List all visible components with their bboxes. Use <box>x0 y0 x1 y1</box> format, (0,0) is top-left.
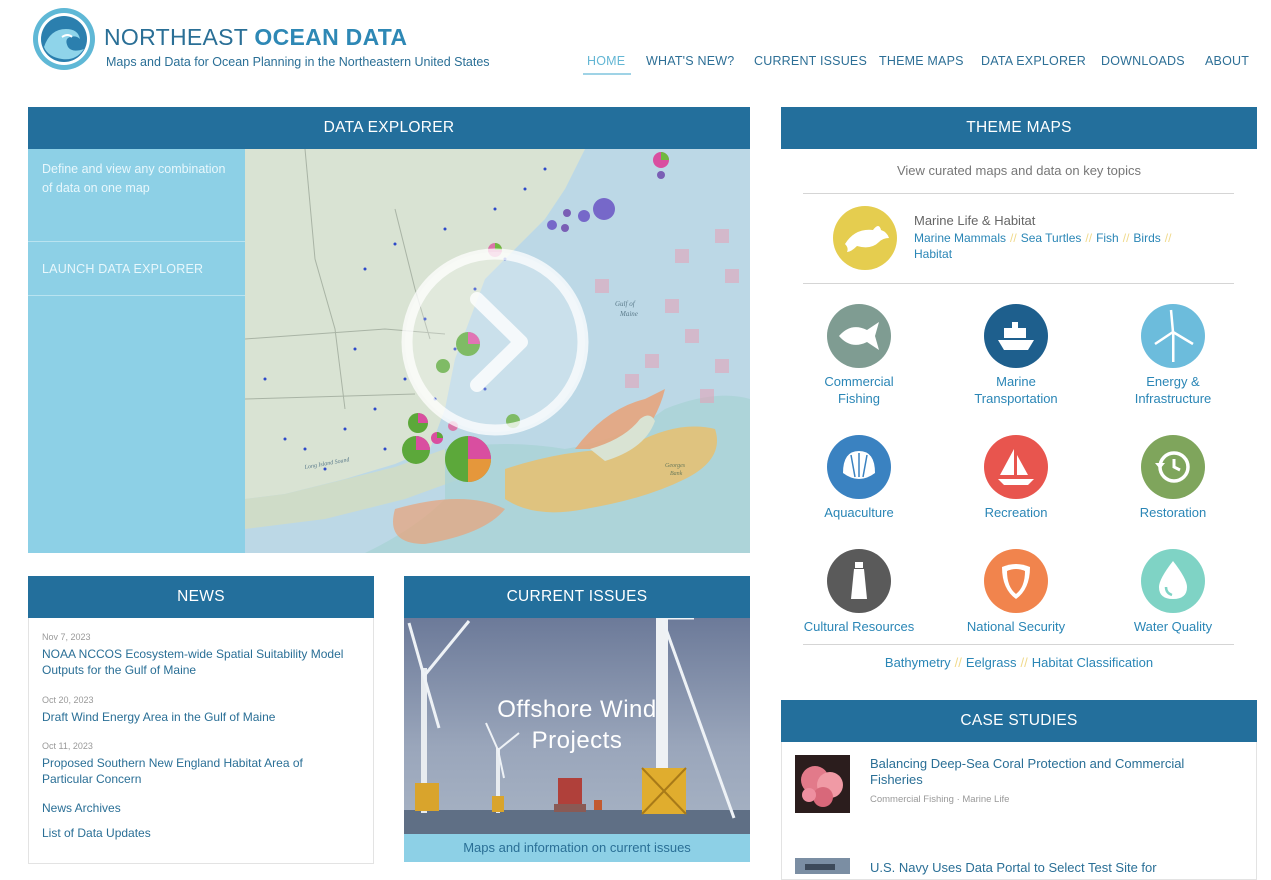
link-habitat-classification[interactable]: Habitat Classification <box>1032 655 1153 670</box>
map-label-georges: Georges <box>665 463 686 469</box>
fish-icon[interactable] <box>827 304 891 368</box>
theme-marine-transportation[interactable]: Marine Transportation <box>936 373 1096 407</box>
news-heading[interactable]: NEWS <box>28 576 374 618</box>
link-separator: // <box>1164 231 1172 245</box>
theme-aquaculture[interactable]: Aquaculture <box>779 504 939 521</box>
link-birds[interactable]: Birds <box>1133 231 1160 245</box>
divider <box>803 644 1234 645</box>
link-marine-mammals[interactable]: Marine Mammals <box>914 231 1006 245</box>
news-date: Nov 7, 2023 <box>42 632 91 642</box>
theme-label-line: Fishing <box>838 391 880 406</box>
news-date: Oct 11, 2023 <box>42 741 93 751</box>
link-sea-turtles[interactable]: Sea Turtles <box>1021 231 1082 245</box>
nav-whats-new[interactable]: WHAT'S NEW? <box>646 54 734 68</box>
featured-theme-links: Marine Mammals//Sea Turtles//Fish//Birds… <box>914 230 1214 262</box>
map-graphic: Gulf of Maine Long Island Sound Georges … <box>245 149 750 553</box>
theme-label-line: Marine <box>996 374 1036 389</box>
link-fish[interactable]: Fish <box>1096 231 1119 245</box>
featured-theme-title[interactable]: Marine Life & Habitat <box>914 213 1035 228</box>
theme-restoration[interactable]: Restoration <box>1093 504 1253 521</box>
map-label-gulf: Gulf of <box>615 300 636 308</box>
theme-label-line: Infrastructure <box>1134 391 1212 406</box>
site-title[interactable]: NORTHEAST OCEAN DATA <box>104 24 407 51</box>
restore-icon[interactable] <box>1141 435 1205 499</box>
theme-energy-infrastructure[interactable]: Energy & Infrastructure <box>1093 373 1253 407</box>
news-link[interactable]: NOAA NCCOS Ecosystem-wide Spatial Suitab… <box>42 646 352 678</box>
overlay-line1: Offshore Wind <box>497 696 657 723</box>
link-separator: // <box>1122 231 1130 245</box>
water-drop-icon[interactable] <box>1141 549 1205 613</box>
nav-data-explorer[interactable]: DATA EXPLORER <box>981 54 1086 68</box>
news-date: Oct 20, 2023 <box>42 695 94 705</box>
lighthouse-icon[interactable] <box>827 549 891 613</box>
theme-label-line: Energy & <box>1146 374 1200 389</box>
launch-data-explorer-link[interactable]: LAUNCH DATA EXPLORER <box>42 262 203 276</box>
theme-bottom-links: Bathymetry//Eelgrass//Habitat Classifica… <box>781 655 1257 670</box>
theme-water-quality[interactable]: Water Quality <box>1093 618 1253 635</box>
overlay-line2: Projects <box>531 727 623 754</box>
data-explorer-heading[interactable]: DATA EXPLORER <box>28 107 750 149</box>
theme-label-line: Commercial <box>824 374 894 389</box>
site-title-part2: OCEAN DATA <box>254 24 408 50</box>
navy-thumbnail[interactable] <box>795 858 850 874</box>
theme-commercial-fishing[interactable]: Commercial Fishing <box>779 373 939 407</box>
nav-about[interactable]: ABOUT <box>1205 54 1249 68</box>
divider <box>803 193 1234 194</box>
link-bathymetry[interactable]: Bathymetry <box>885 655 951 670</box>
link-separator: // <box>1085 231 1093 245</box>
dolphin-icon[interactable] <box>833 206 897 270</box>
theme-maps-intro: View curated maps and data on key topics <box>896 163 1142 178</box>
link-separator: // <box>1020 655 1028 670</box>
nav-active-underline <box>583 73 631 75</box>
divider <box>803 283 1234 284</box>
link-habitat[interactable]: Habitat <box>914 247 952 261</box>
nav-theme-maps[interactable]: THEME MAPS <box>879 54 964 68</box>
current-issues-heading[interactable]: CURRENT ISSUES <box>404 576 750 618</box>
current-issues-caption[interactable]: Maps and information on current issues <box>404 834 750 862</box>
ship-icon[interactable] <box>984 304 1048 368</box>
theme-maps-heading[interactable]: THEME MAPS <box>781 107 1257 149</box>
wave-logo-icon[interactable] <box>32 7 96 71</box>
case-studies-heading[interactable]: CASE STUDIES <box>781 700 1257 742</box>
data-updates-link[interactable]: List of Data Updates <box>42 826 151 840</box>
divider <box>28 295 245 296</box>
news-link[interactable]: Draft Wind Energy Area in the Gulf of Ma… <box>42 709 352 725</box>
wind-turbine-icon[interactable] <box>1141 304 1205 368</box>
theme-cultural-resources[interactable]: Cultural Resources <box>779 618 939 635</box>
svg-text:Maine: Maine <box>619 310 638 318</box>
nav-home[interactable]: HOME <box>587 54 625 68</box>
case-study-tags: Commercial Fishing · Marine Life <box>870 794 1010 805</box>
shell-icon[interactable] <box>827 435 891 499</box>
theme-label-line: Transportation <box>974 391 1058 406</box>
news-archives-link[interactable]: News Archives <box>42 801 121 815</box>
sailboat-icon[interactable] <box>984 435 1048 499</box>
link-eelgrass[interactable]: Eelgrass <box>966 655 1017 670</box>
site-subtitle: Maps and Data for Ocean Planning in the … <box>106 55 490 69</box>
offshore-wind-overlay[interactable]: Offshore Wind Projects <box>404 694 750 756</box>
shield-icon[interactable] <box>984 549 1048 613</box>
link-separator: // <box>1010 231 1017 245</box>
coral-thumbnail[interactable] <box>795 755 850 813</box>
divider <box>28 241 245 242</box>
theme-national-security[interactable]: National Security <box>936 618 1096 635</box>
news-link[interactable]: Proposed Southern New England Habitat Ar… <box>42 755 352 787</box>
nav-current-issues[interactable]: CURRENT ISSUES <box>754 54 867 68</box>
svg-text:Bank: Bank <box>670 471 683 477</box>
case-study-title[interactable]: Balancing Deep-Sea Coral Protection and … <box>870 756 1230 788</box>
link-separator: // <box>954 655 962 670</box>
data-explorer-map[interactable]: Gulf of Maine Long Island Sound Georges … <box>245 149 750 553</box>
theme-recreation[interactable]: Recreation <box>936 504 1096 521</box>
nav-downloads[interactable]: DOWNLOADS <box>1101 54 1185 68</box>
site-title-part1: NORTHEAST <box>104 24 248 50</box>
data-explorer-description: Define and view any combination of data … <box>42 162 226 195</box>
data-explorer-sidebar <box>28 149 245 553</box>
